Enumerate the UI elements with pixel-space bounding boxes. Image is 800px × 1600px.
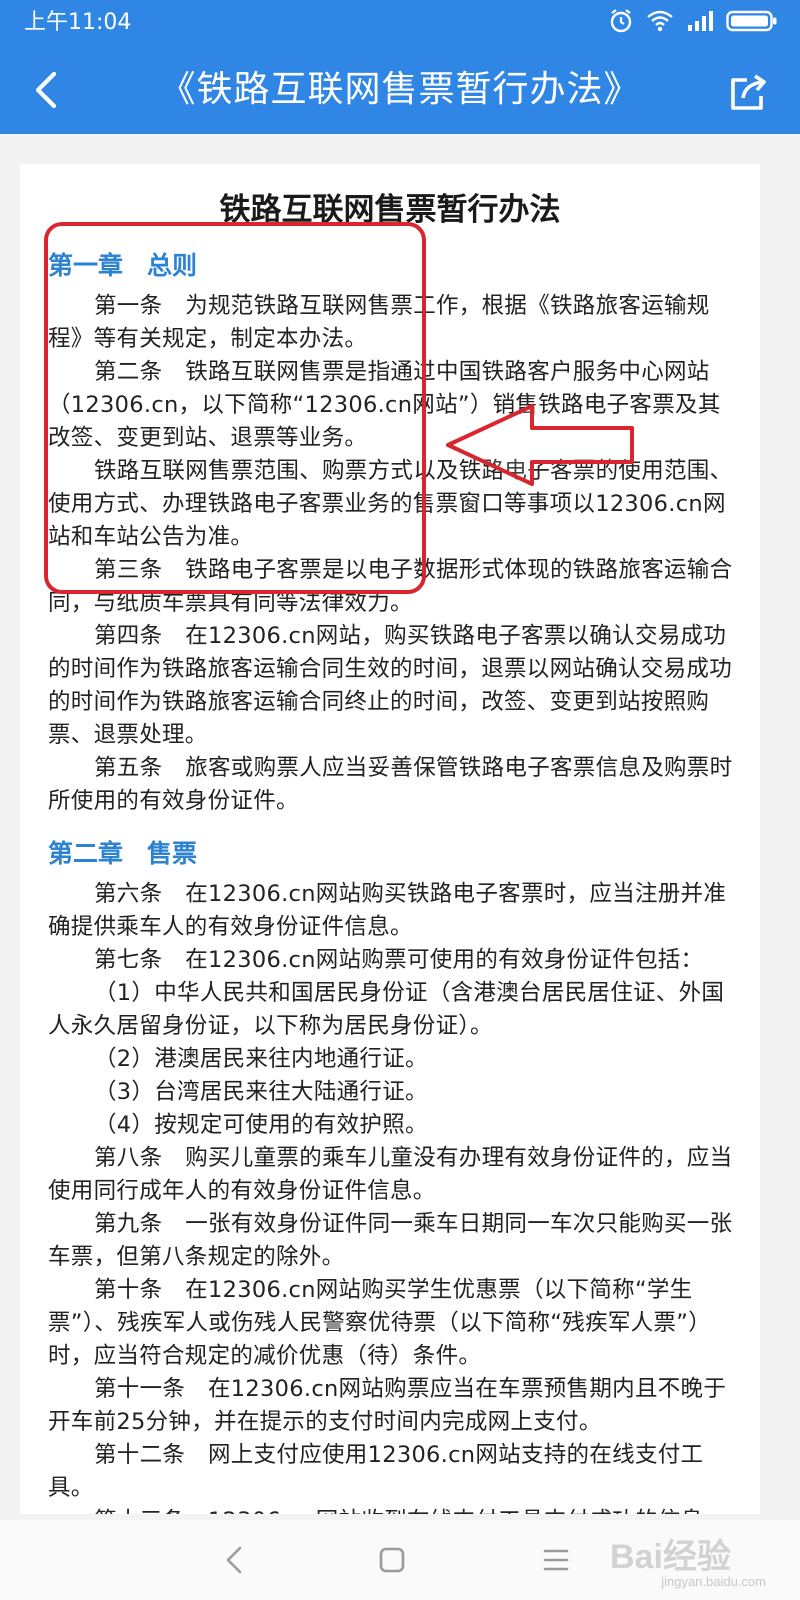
- battery-icon: [726, 9, 778, 37]
- article-paragraph: 第十条 在12306.cn网站购买学生优惠票（以下简称“学生票”）、残疾军人或伤…: [48, 1277, 712, 1369]
- home-square-icon: [379, 1547, 405, 1573]
- article-paragraph: 第六条 在12306.cn网站购买铁路电子客票时，应当注册并准确提供乘车人的有效…: [48, 881, 727, 940]
- article-paragraph: 第十二条 网上支付应使用12306.cn网站支持的在线支付工具。: [48, 1442, 704, 1501]
- signal-icon: [686, 9, 714, 37]
- menu-lines-icon: [543, 1549, 569, 1571]
- list-item: （1）中华人民共和国居民身份证（含港澳台居民居住证、外国人永久居留身份证，以下称…: [48, 980, 725, 1039]
- status-icons: [608, 8, 778, 38]
- article-paragraph: 第八条 购买儿童票的乘车儿童没有办理有效身份证件的，应当使用同行成年人的有效身份…: [48, 1145, 733, 1204]
- list-item: （2）港澳居民来往内地通行证。: [94, 1046, 428, 1072]
- annotation-arrow-icon: [446, 404, 634, 486]
- article-paragraph: 第九条 一张有效身份证件同一乘车日期同一车次只能购买一张车票，但第八条规定的除外…: [48, 1211, 733, 1270]
- title-bar: 《铁路互联网售票暂行办法》: [0, 46, 800, 134]
- nav-back-button[interactable]: [214, 1540, 254, 1580]
- chapter-number: 第二章: [48, 839, 124, 868]
- nav-home-button[interactable]: [372, 1540, 412, 1580]
- wifi-icon: [646, 9, 674, 37]
- status-time: 上午11:04: [24, 10, 132, 35]
- watermark-subtext: jingyan.baidu.com: [661, 1574, 766, 1589]
- watermark-text: Bai经验: [610, 1537, 731, 1576]
- status-bar: 上午11:04: [0, 0, 800, 46]
- annotation-highlight-box: [44, 222, 426, 594]
- alarm-icon: [608, 8, 634, 38]
- chapter-heading-2: 第二章 售票: [48, 834, 760, 874]
- chevron-left-icon: [35, 71, 57, 109]
- article-paragraph: 第十三条 12306.cn网站收到在线支付工具支付成功的信息后，进行购票交易确认…: [48, 1505, 736, 1514]
- share-icon: [731, 74, 766, 110]
- article-paragraph: 第五条 旅客或购票人应当妥善保管铁路电子客票信息及购票时所使用的有效身份证件。: [48, 755, 733, 814]
- list-item: （4）按规定可使用的有效护照。: [94, 1112, 428, 1138]
- back-triangle-icon: [226, 1546, 242, 1574]
- share-button[interactable]: [726, 70, 770, 114]
- article-paragraph: 第四条 在12306.cn网站，购买铁路电子客票以确认交易成功的时间作为铁路旅客…: [48, 623, 733, 748]
- back-button[interactable]: [24, 68, 68, 112]
- article-paragraph: 第七条 在12306.cn网站购票可使用的有效身份证件包括：: [94, 947, 704, 973]
- page-title: 《铁路互联网售票暂行办法》: [159, 69, 641, 110]
- nav-menu-button[interactable]: [536, 1540, 576, 1580]
- list-item: （3）台湾居民来往大陆通行证。: [94, 1079, 428, 1105]
- chapter-name: 售票: [147, 839, 198, 868]
- article-paragraph: 第十一条 在12306.cn网站购票应当在车票预售期内且不晚于开车前25分钟，并…: [48, 1376, 727, 1435]
